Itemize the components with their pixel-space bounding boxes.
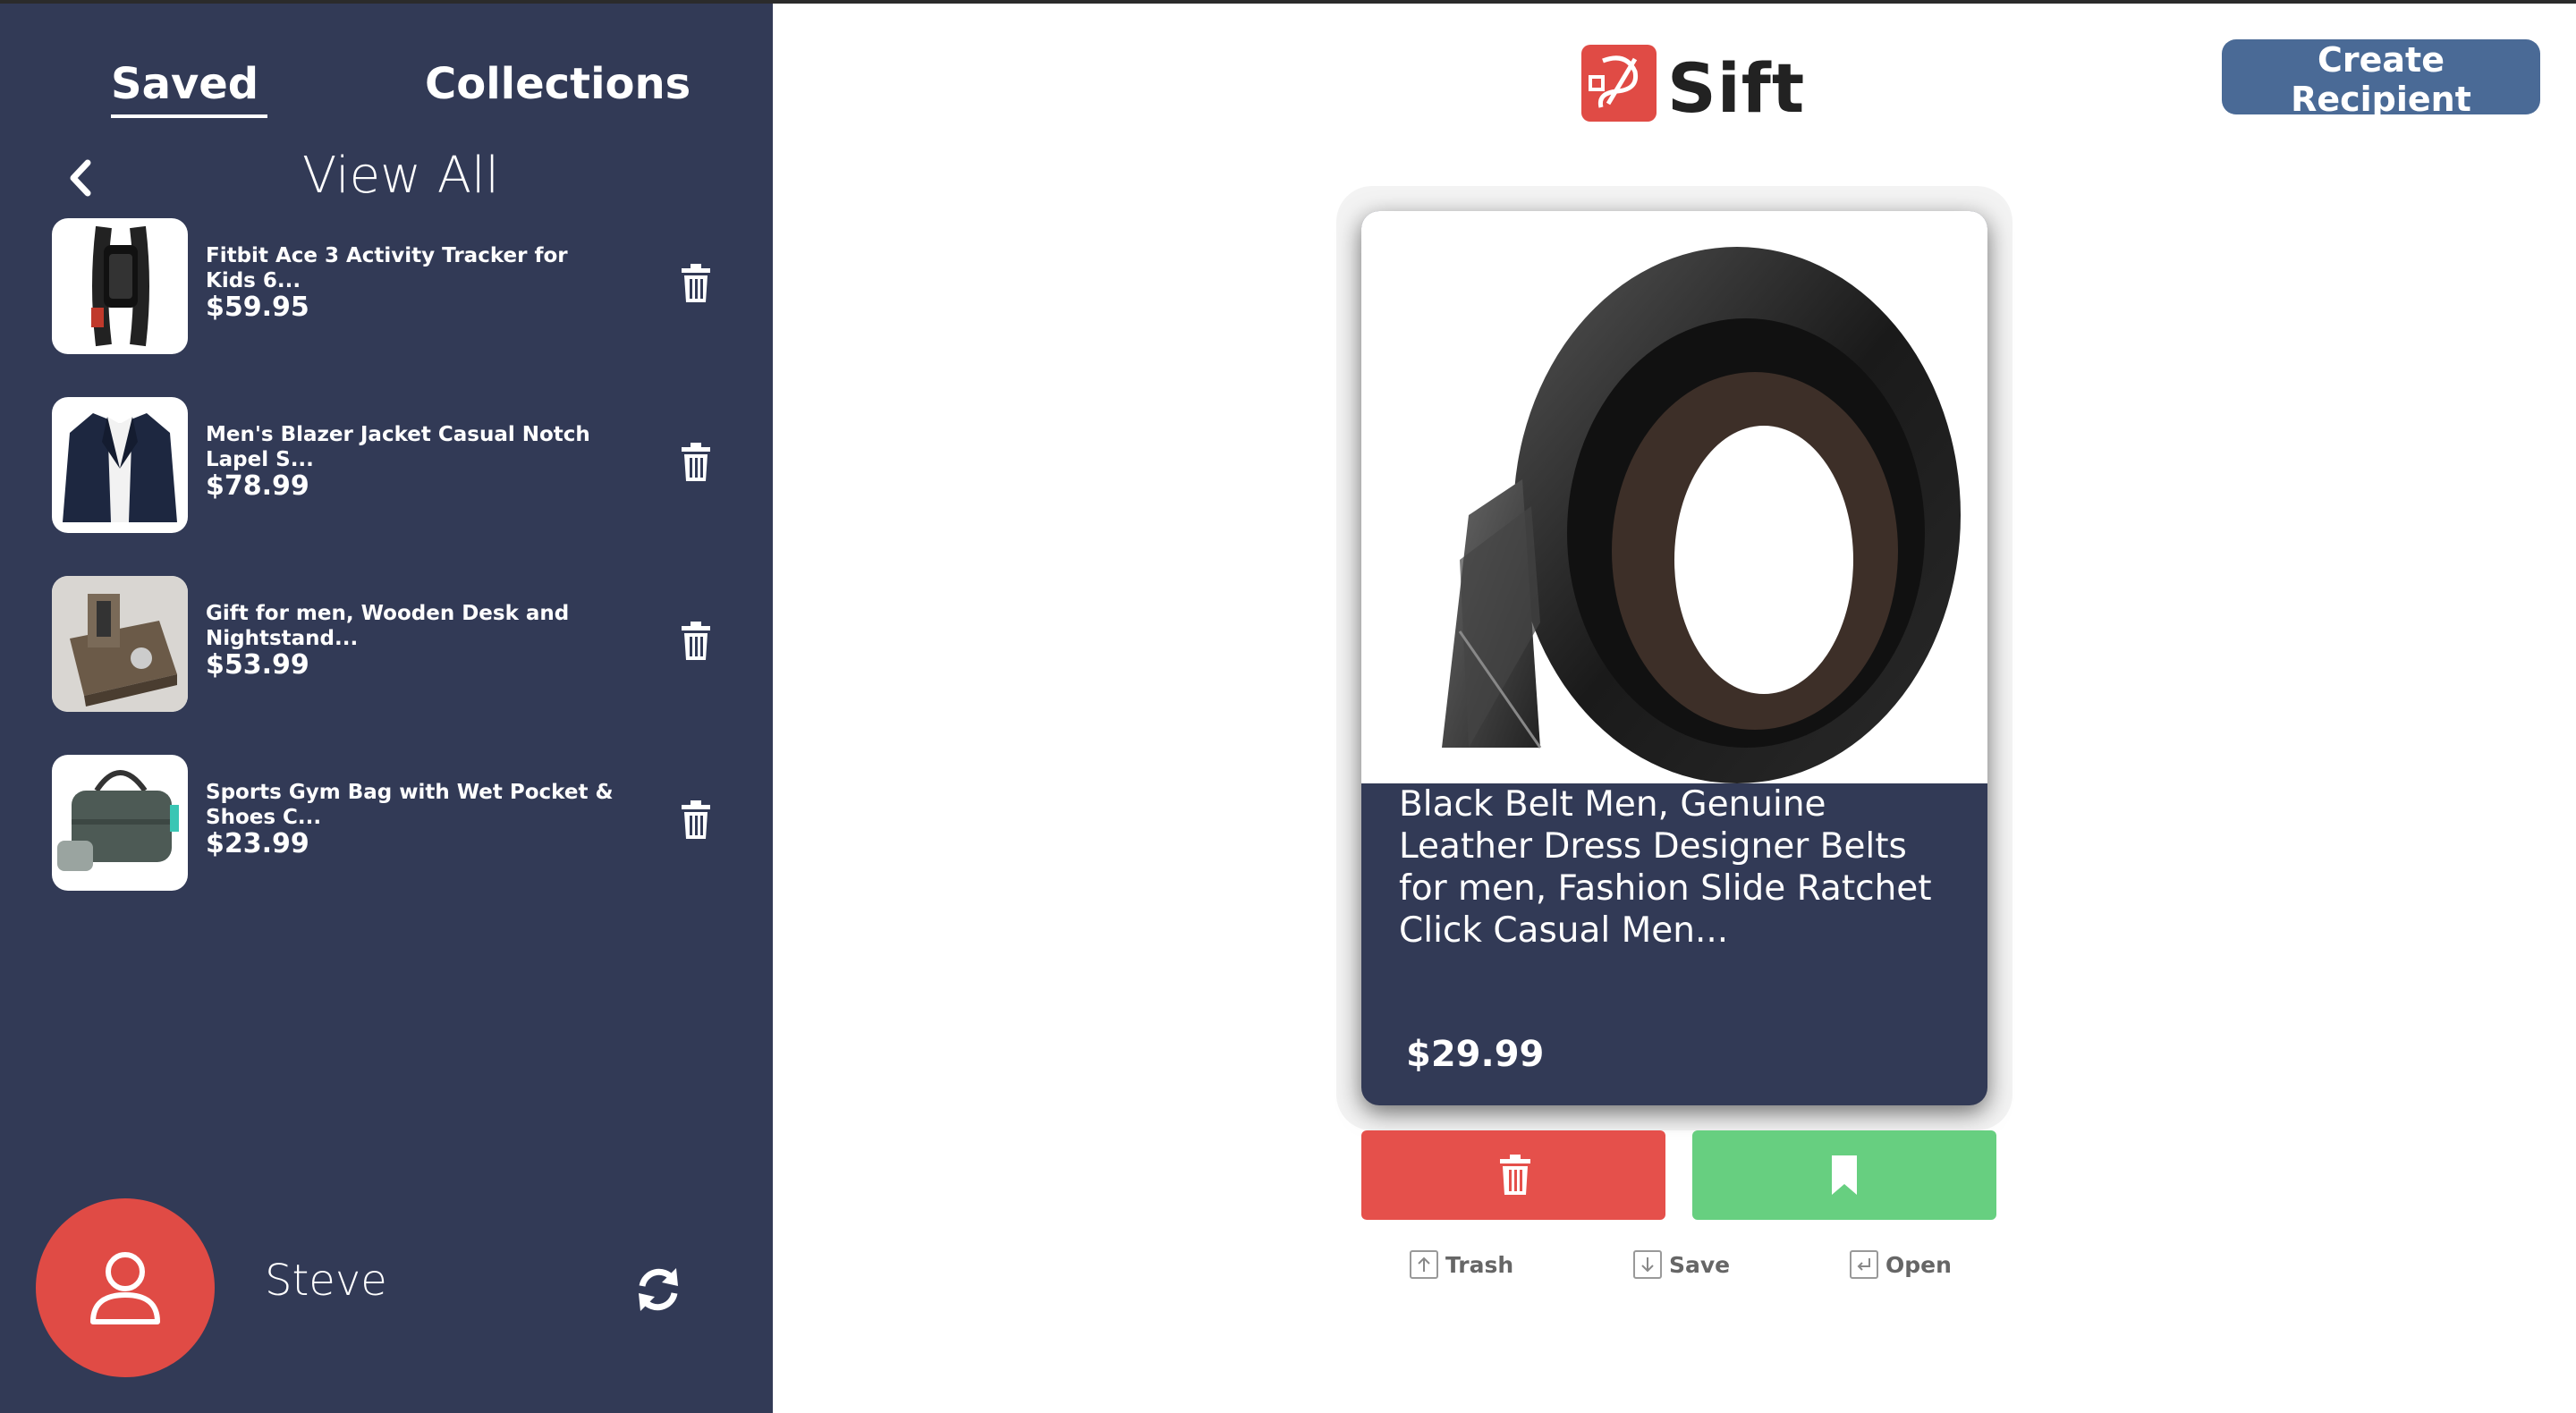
- saved-item[interactable]: Gift for men, Wooden Desk and Nightstand…: [52, 576, 732, 712]
- gym-bag-thumbnail: [52, 755, 188, 891]
- logo-text: Sift: [1667, 48, 1806, 128]
- tab-saved-label: Saved: [111, 59, 259, 109]
- desk-organizer-thumbnail: [52, 576, 188, 712]
- item-price: $53.99: [206, 649, 309, 681]
- hint-label: Trash: [1445, 1252, 1514, 1278]
- hint-label: Open: [1885, 1252, 1952, 1278]
- sift-logo-icon: [1581, 45, 1657, 122]
- create-recipient-button[interactable]: Create Recipient: [2222, 39, 2540, 119]
- product-price: $29.99: [1406, 1034, 1545, 1075]
- product-card[interactable]: Black Belt Men, Genuine Leather Dress De…: [1361, 211, 1987, 1105]
- trash-icon[interactable]: [678, 263, 714, 304]
- item-price: $59.95: [206, 292, 309, 323]
- bookmark-icon: [1832, 1155, 1857, 1195]
- sidebar: Saved Collections View All Fitbit Ace 3 …: [0, 4, 773, 1413]
- hint-label: Save: [1669, 1252, 1731, 1278]
- item-price: $78.99: [206, 470, 309, 502]
- sift-logo: Sift: [1581, 43, 1804, 132]
- blazer-jacket-thumbnail: [52, 397, 188, 533]
- active-tab-underline: [111, 114, 268, 118]
- product-title: Black Belt Men, Genuine Leather Dress De…: [1399, 784, 1932, 951]
- saved-item[interactable]: Sports Gym Bag with Wet Pocket & Shoes C…: [52, 755, 732, 891]
- save-button[interactable]: [1692, 1130, 1996, 1220]
- item-name: Fitbit Ace 3 Activity Tracker for Kids 6…: [206, 244, 568, 292]
- user-icon: [90, 1252, 160, 1324]
- user-avatar-button[interactable]: [36, 1198, 215, 1377]
- chevron-left-icon[interactable]: [63, 156, 98, 200]
- fitness-tracker-thumbnail: [52, 218, 188, 354]
- item-price: $23.99: [206, 828, 309, 859]
- tab-collections-label: Collections: [425, 59, 691, 109]
- item-name: Men's Blazer Jacket Casual Notch Lapel S…: [206, 423, 590, 471]
- up-arrow-key-icon: [1410, 1250, 1438, 1279]
- tab-saved[interactable]: Saved: [111, 59, 268, 118]
- saved-item[interactable]: Men's Blazer Jacket Casual Notch Lapel S…: [52, 397, 732, 533]
- return-key-icon: [1850, 1250, 1878, 1279]
- saved-item[interactable]: Fitbit Ace 3 Activity Tracker for Kids 6…: [52, 218, 732, 354]
- trash-button[interactable]: [1361, 1130, 1665, 1220]
- down-arrow-key-icon: [1633, 1250, 1662, 1279]
- trash-icon[interactable]: [678, 442, 714, 483]
- refresh-icon[interactable]: [633, 1265, 683, 1315]
- item-name: Sports Gym Bag with Wet Pocket & Shoes C…: [206, 781, 614, 829]
- item-name: Gift for men, Wooden Desk and Nightstand…: [206, 602, 570, 650]
- tab-collections[interactable]: Collections: [425, 59, 691, 109]
- trash-icon[interactable]: [678, 621, 714, 662]
- trash-icon: [1500, 1155, 1530, 1195]
- user-name: Steve: [265, 1256, 387, 1306]
- view-all-heading: View All: [302, 147, 500, 205]
- product-image: [1361, 211, 1987, 783]
- trash-icon[interactable]: [678, 800, 714, 841]
